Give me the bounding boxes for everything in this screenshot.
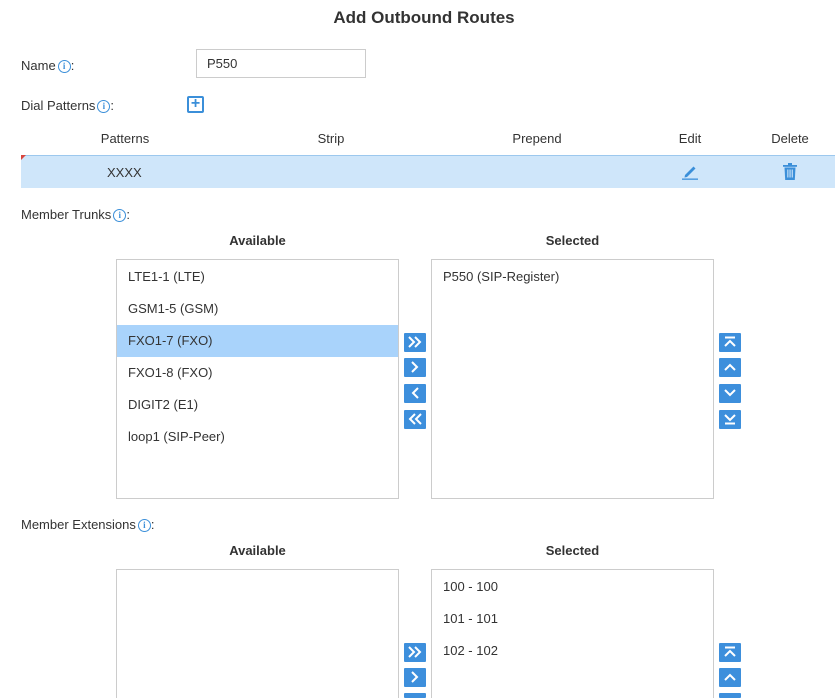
ext-move-all-right-button[interactable] (404, 643, 426, 662)
list-item[interactable]: DIGIT2 (E1) (117, 389, 398, 421)
move-down-button[interactable] (719, 384, 741, 403)
table-row[interactable] (21, 155, 835, 188)
list-item[interactable]: 100 - 100 (432, 571, 713, 603)
move-top-icon (724, 336, 736, 347)
col-edit: Edit (678, 131, 702, 146)
trunks-available-header: Available (229, 233, 286, 248)
double-right-icon (408, 646, 422, 658)
move-up-button[interactable] (719, 358, 741, 377)
plus-icon: + (190, 95, 201, 112)
ext-move-right-button[interactable] (404, 668, 426, 687)
move-bottom-button[interactable] (719, 410, 741, 429)
list-item[interactable]: P550 (SIP-Register) (432, 261, 713, 293)
col-prepend: Prepend (512, 131, 562, 146)
list-item-selected[interactable]: FXO1-7 (FXO) (117, 325, 398, 357)
ext-move-left-button[interactable] (404, 693, 426, 698)
extensions-available-list[interactable] (116, 569, 399, 698)
trunks-selected-header: Selected (545, 233, 600, 248)
row-marker (21, 155, 26, 160)
member-trunks-label: Member Trunks (21, 207, 112, 222)
move-up-icon (724, 673, 736, 681)
pattern-cell: XXXX (107, 165, 142, 180)
move-all-left-button[interactable] (404, 410, 426, 429)
move-up-icon (724, 363, 736, 371)
right-icon (411, 361, 419, 373)
double-left-icon (408, 413, 422, 425)
ext-move-top-button[interactable] (719, 643, 741, 662)
move-top-button[interactable] (719, 333, 741, 352)
info-icon[interactable]: i (97, 100, 111, 113)
move-right-button[interactable] (404, 358, 426, 377)
info-icon[interactable]: i (137, 519, 151, 532)
extensions-available-header: Available (229, 543, 286, 558)
ext-move-up-button[interactable] (719, 668, 741, 687)
list-item[interactable]: FXO1-8 (FXO) (117, 357, 398, 389)
list-item[interactable]: GSM1-5 (GSM) (117, 293, 398, 325)
name-label-wrap: Name i: (21, 58, 75, 73)
trunks-available-list[interactable]: LTE1-1 (LTE) GSM1-5 (GSM) FXO1-7 (FXO) F… (116, 259, 399, 499)
col-delete: Delete (771, 131, 809, 146)
page-title: Add Outbound Routes (333, 8, 515, 27)
info-icon[interactable]: i (57, 60, 71, 73)
right-icon (411, 671, 419, 683)
move-top-icon (724, 646, 736, 657)
list-item[interactable]: 102 - 102 (432, 635, 713, 667)
list-item[interactable]: loop1 (SIP-Peer) (117, 421, 398, 453)
trunks-selected-list[interactable]: P550 (SIP-Register) (431, 259, 714, 499)
move-left-button[interactable] (404, 384, 426, 403)
extensions-selected-list[interactable]: 100 - 100 101 - 101 102 - 102 (431, 569, 714, 698)
dial-patterns-label-wrap: Dial Patterns i: (21, 98, 115, 113)
list-item[interactable]: 101 - 101 (432, 603, 713, 635)
member-extensions-label-wrap: Member Extensions i: (21, 517, 155, 532)
add-pattern-button[interactable]: + (187, 96, 204, 113)
trash-icon[interactable] (783, 163, 797, 183)
ext-move-down-button[interactable] (719, 693, 741, 698)
left-icon (411, 387, 419, 399)
list-item[interactable]: LTE1-1 (LTE) (117, 261, 398, 293)
double-right-icon (408, 336, 422, 348)
move-down-icon (724, 389, 736, 397)
pencil-icon[interactable] (681, 163, 699, 183)
col-strip: Strip (317, 131, 345, 146)
name-label: Name (21, 58, 56, 73)
col-patterns: Patterns (100, 131, 150, 146)
name-input[interactable]: P550 (196, 49, 366, 78)
info-icon[interactable]: i (113, 209, 127, 222)
move-bottom-icon (724, 414, 736, 425)
extensions-selected-header: Selected (545, 543, 600, 558)
member-trunks-label-wrap: Member Trunks i: (21, 207, 130, 222)
member-extensions-label: Member Extensions (21, 517, 136, 532)
move-all-right-button[interactable] (404, 333, 426, 352)
dial-patterns-label: Dial Patterns (21, 98, 96, 113)
